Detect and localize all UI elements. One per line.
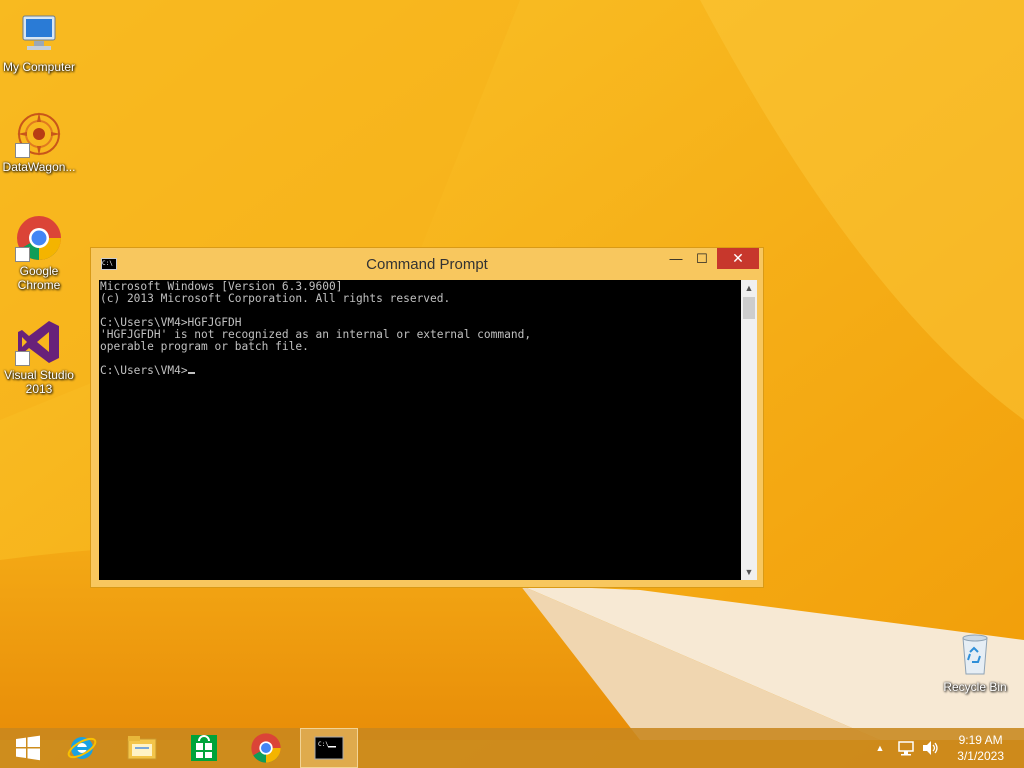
maximize-button[interactable]: ☐: [689, 248, 715, 269]
file-explorer-icon: [127, 736, 157, 760]
desktop-icon-label: My Computer: [2, 60, 76, 74]
desktop-icon-visual-studio[interactable]: Visual Studio 2013: [0, 318, 78, 396]
scroll-down-icon[interactable]: ▼: [741, 564, 757, 580]
desktop-icon-label: DataWagon...: [2, 160, 76, 174]
desktop-icon-google-chrome[interactable]: Google Chrome: [0, 214, 78, 292]
title-bar[interactable]: C:\ Command Prompt — ☐ ✕: [91, 248, 763, 280]
svg-text:C:\: C:\: [318, 741, 329, 748]
console-line: operable program or batch file.: [100, 340, 309, 353]
text-cursor: [187, 372, 195, 374]
scroll-thumb[interactable]: [743, 297, 755, 319]
taskbar-internet-explorer[interactable]: [54, 728, 110, 768]
shortcut-arrow-icon: [15, 351, 30, 366]
chrome-icon: [15, 214, 63, 262]
scroll-up-icon[interactable]: ▲: [741, 280, 757, 296]
show-hidden-icons-button[interactable]: ▲: [872, 728, 888, 768]
computer-icon: [15, 10, 63, 58]
desktop-icon-datawagon[interactable]: DataWagon...: [0, 110, 78, 174]
console-output[interactable]: Microsoft Windows [Version 6.3.9600] (c)…: [99, 280, 749, 580]
datawagon-icon: [15, 110, 63, 158]
console-prompt: C:\Users\VM4>: [100, 364, 188, 377]
command-prompt-icon: C:\: [314, 736, 344, 760]
shortcut-arrow-icon: [15, 247, 30, 262]
taskbar-store[interactable]: [176, 728, 232, 768]
start-icon: [16, 735, 40, 761]
start-button[interactable]: [0, 728, 56, 768]
system-clock[interactable]: 9:19 AM 3/1/2023: [957, 732, 1004, 764]
recycle-bin-icon: [951, 630, 999, 678]
taskbar-command-prompt[interactable]: C:\: [300, 728, 358, 768]
taskbar: C:\ ▲ 9:19 AM 3/1/2023: [0, 728, 1024, 768]
desktop-icon-label: Visual Studio 2013: [4, 368, 74, 396]
taskbar-chrome[interactable]: [238, 728, 294, 768]
desktop-icon-my-computer[interactable]: My Computer: [0, 10, 78, 74]
taskbar-file-explorer[interactable]: [114, 728, 170, 768]
vertical-scrollbar[interactable]: ▲ ▼: [741, 280, 757, 580]
desktop-icon-label: Google Chrome: [17, 264, 61, 292]
store-icon: [191, 735, 217, 761]
network-icon[interactable]: [896, 728, 916, 768]
internet-explorer-icon: [67, 737, 97, 759]
close-button[interactable]: ✕: [717, 248, 759, 269]
desktop-icon-label: Recycle Bin: [943, 680, 1007, 694]
volume-icon[interactable]: [920, 728, 940, 768]
command-prompt-window[interactable]: C:\ Command Prompt — ☐ ✕ Microsoft Windo…: [90, 247, 764, 588]
minimize-button[interactable]: —: [663, 248, 689, 269]
console-line: (c) 2013 Microsoft Corporation. All righ…: [100, 292, 451, 305]
chrome-icon: [251, 733, 281, 763]
shortcut-arrow-icon: [15, 143, 30, 158]
desktop-icon-recycle-bin[interactable]: Recycle Bin: [936, 630, 1014, 694]
clock-time: 9:19 AM: [958, 733, 1003, 747]
clock-date: 3/1/2023: [957, 749, 1004, 763]
visual-studio-icon: [15, 318, 63, 366]
